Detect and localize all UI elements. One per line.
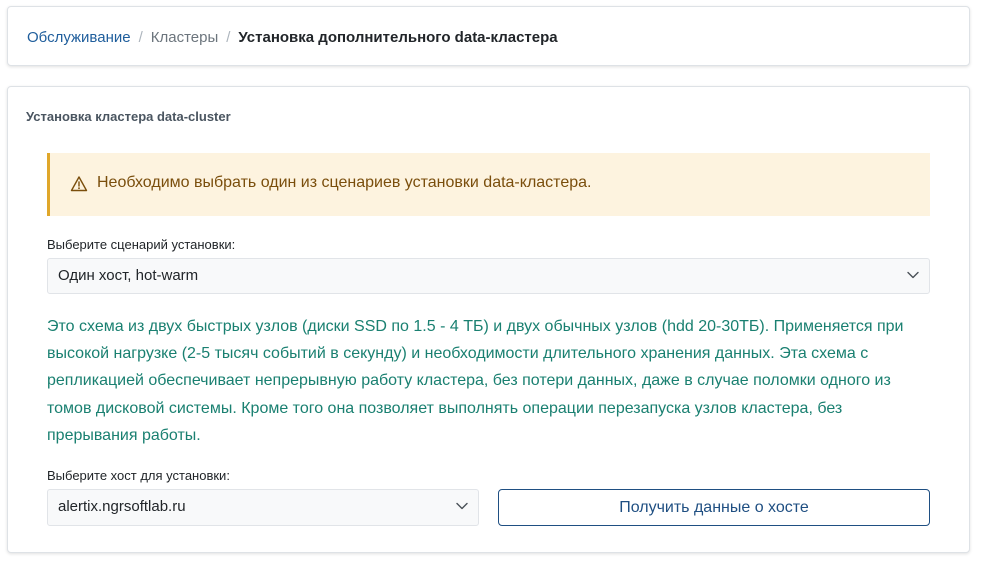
breadcrumb: Обслуживание / Кластеры / Установка дополнит… [27, 28, 558, 48]
warning-icon [70, 176, 88, 192]
host-select[interactable]: alertix.ngrsoftlab.ru [47, 489, 479, 526]
host-select-value: alertix.ngrsoftlab.ru [58, 498, 186, 515]
breadcrumb-item-maintenance[interactable]: Обслуживание [27, 29, 131, 46]
scenario-label: Выберите сценарий установки: [47, 237, 236, 252]
alert-text: Необходимо выбрать один из сценариев уст… [97, 174, 592, 191]
host-label: Выберите хост для установки: [47, 468, 230, 483]
breadcrumb-card: Обслуживание / Кластеры / Установка дополнит… [7, 6, 970, 66]
chevron-down-icon [456, 502, 468, 510]
chevron-down-icon [907, 271, 919, 279]
scenario-select[interactable]: Один хост, hot-warm [47, 258, 930, 294]
breadcrumb-item-current: Установка дополнительного data-кластера [238, 29, 558, 46]
fetch-host-data-button[interactable]: Получить данные о хосте [498, 489, 930, 526]
install-cluster-card: Установка кластера data-cluster Необходи… [7, 86, 970, 553]
breadcrumb-separator: / [138, 29, 143, 46]
scenario-description: Это схема из двух быстрых узлов (диски S… [47, 318, 904, 444]
scenario-select-value: Один хост, hot-warm [58, 267, 199, 284]
warning-alert: Необходимо выбрать один из сценариев уст… [47, 153, 930, 216]
breadcrumb-separator: / [226, 29, 231, 46]
breadcrumb-item-clusters[interactable]: Кластеры [151, 29, 219, 46]
card-title: Установка кластера data-cluster [26, 109, 231, 124]
